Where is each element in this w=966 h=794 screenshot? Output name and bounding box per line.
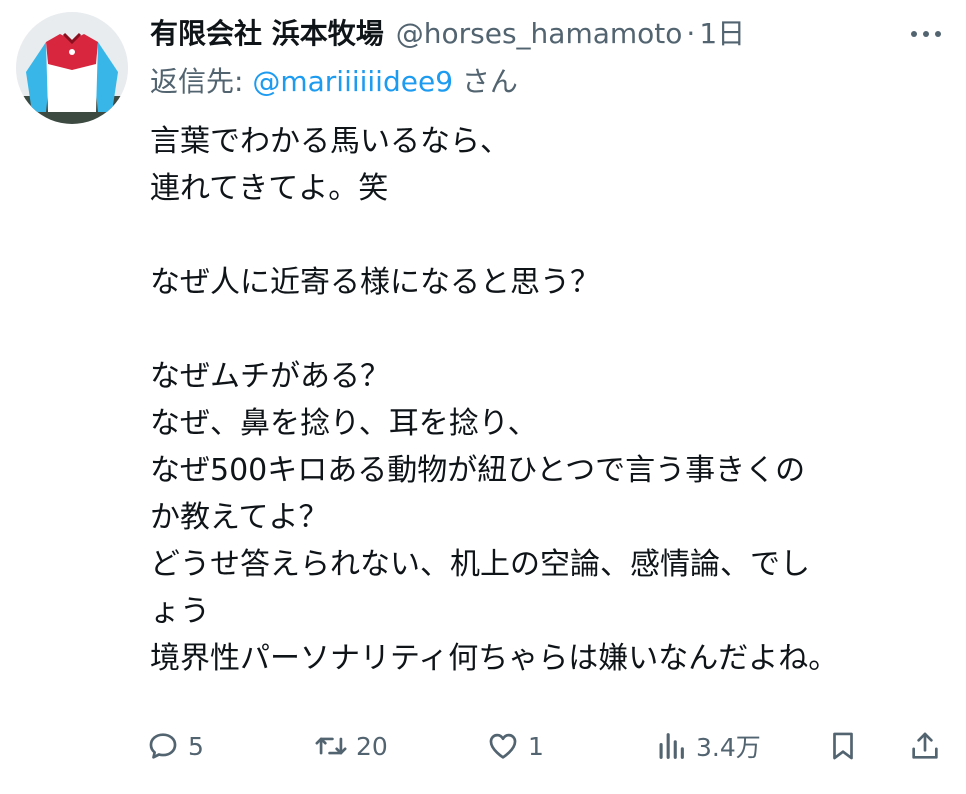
reply-to-line: 返信先: @mariiiiiidee9 さん xyxy=(150,60,518,104)
retweet-icon xyxy=(315,737,347,755)
bookmark-icon xyxy=(833,732,853,760)
tweet-text-line: ょう xyxy=(150,594,210,629)
views-icon xyxy=(659,733,684,759)
bookmark-button[interactable] xyxy=(826,722,860,770)
like-button[interactable]: 1 xyxy=(486,722,544,770)
reply-count: 5 xyxy=(188,731,204,761)
reply-to-suffix: さん xyxy=(453,65,518,98)
more-dot-icon xyxy=(911,31,917,37)
tweet-text-line: なぜ500キロある動物が紐ひとつで言う事きくの xyxy=(150,453,806,488)
reply-button[interactable]: 5 xyxy=(146,722,204,770)
tweet-header: 有限会社 浜本牧場 @horses_hamamoto · 1日 xyxy=(150,12,950,56)
tweet-text-line xyxy=(150,306,950,353)
share-button[interactable] xyxy=(908,722,942,770)
user-handle[interactable]: @horses_hamamoto xyxy=(396,12,683,56)
heart-icon xyxy=(489,733,517,759)
tweet-body: 言葉でわかる馬いるなら、 連れてきてよ。笑 なぜ人に近寄る様になると思う？ なぜ… xyxy=(150,118,950,682)
tweet-text-line xyxy=(150,212,950,259)
reply-icon xyxy=(149,733,177,759)
more-dot-icon xyxy=(923,31,929,37)
more-options-button[interactable] xyxy=(902,12,950,56)
share-icon xyxy=(912,732,938,759)
separator-dot: · xyxy=(686,17,696,50)
reply-to-prefix: 返信先: xyxy=(150,65,253,98)
reply-to-mention[interactable]: @mariiiiiidee9 xyxy=(252,65,453,98)
tweet-text-line: か教えてよ？ xyxy=(150,500,329,535)
tweet-text-line: 言葉でわかる馬いるなら、 xyxy=(150,124,510,159)
tweet-text-line: なぜ人に近寄る様になると思う？ xyxy=(150,265,600,300)
like-count: 1 xyxy=(528,731,544,761)
display-name[interactable]: 有限会社 浜本牧場 xyxy=(150,12,384,56)
views-count: 3.4万 xyxy=(696,733,761,762)
tweet-timestamp[interactable]: 1日 xyxy=(699,12,745,56)
tweet-text-line: 連れてきてよ。笑 xyxy=(150,171,389,206)
tweet-text-line: なぜムチがある？ xyxy=(150,359,390,394)
avatar[interactable] xyxy=(16,12,128,124)
retweet-count: 20 xyxy=(356,731,388,761)
tweet-text-line: どうせ答えられない、机上の空論、感情論、でし xyxy=(150,547,810,582)
views-button[interactable]: 3.4万 xyxy=(654,722,761,770)
more-dot-icon xyxy=(935,31,941,37)
retweet-button[interactable]: 20 xyxy=(314,722,388,770)
tweet-actions: 5 20 1 3.4万 xyxy=(146,722,946,770)
tweet-text-line: なぜ、鼻を捻り、耳を捻り、 xyxy=(150,406,538,441)
racing-silks-image xyxy=(16,12,128,124)
tweet-text-line: 境界性パーソナリティ何ちゃらは嫌いなんだよね。 xyxy=(150,641,839,676)
